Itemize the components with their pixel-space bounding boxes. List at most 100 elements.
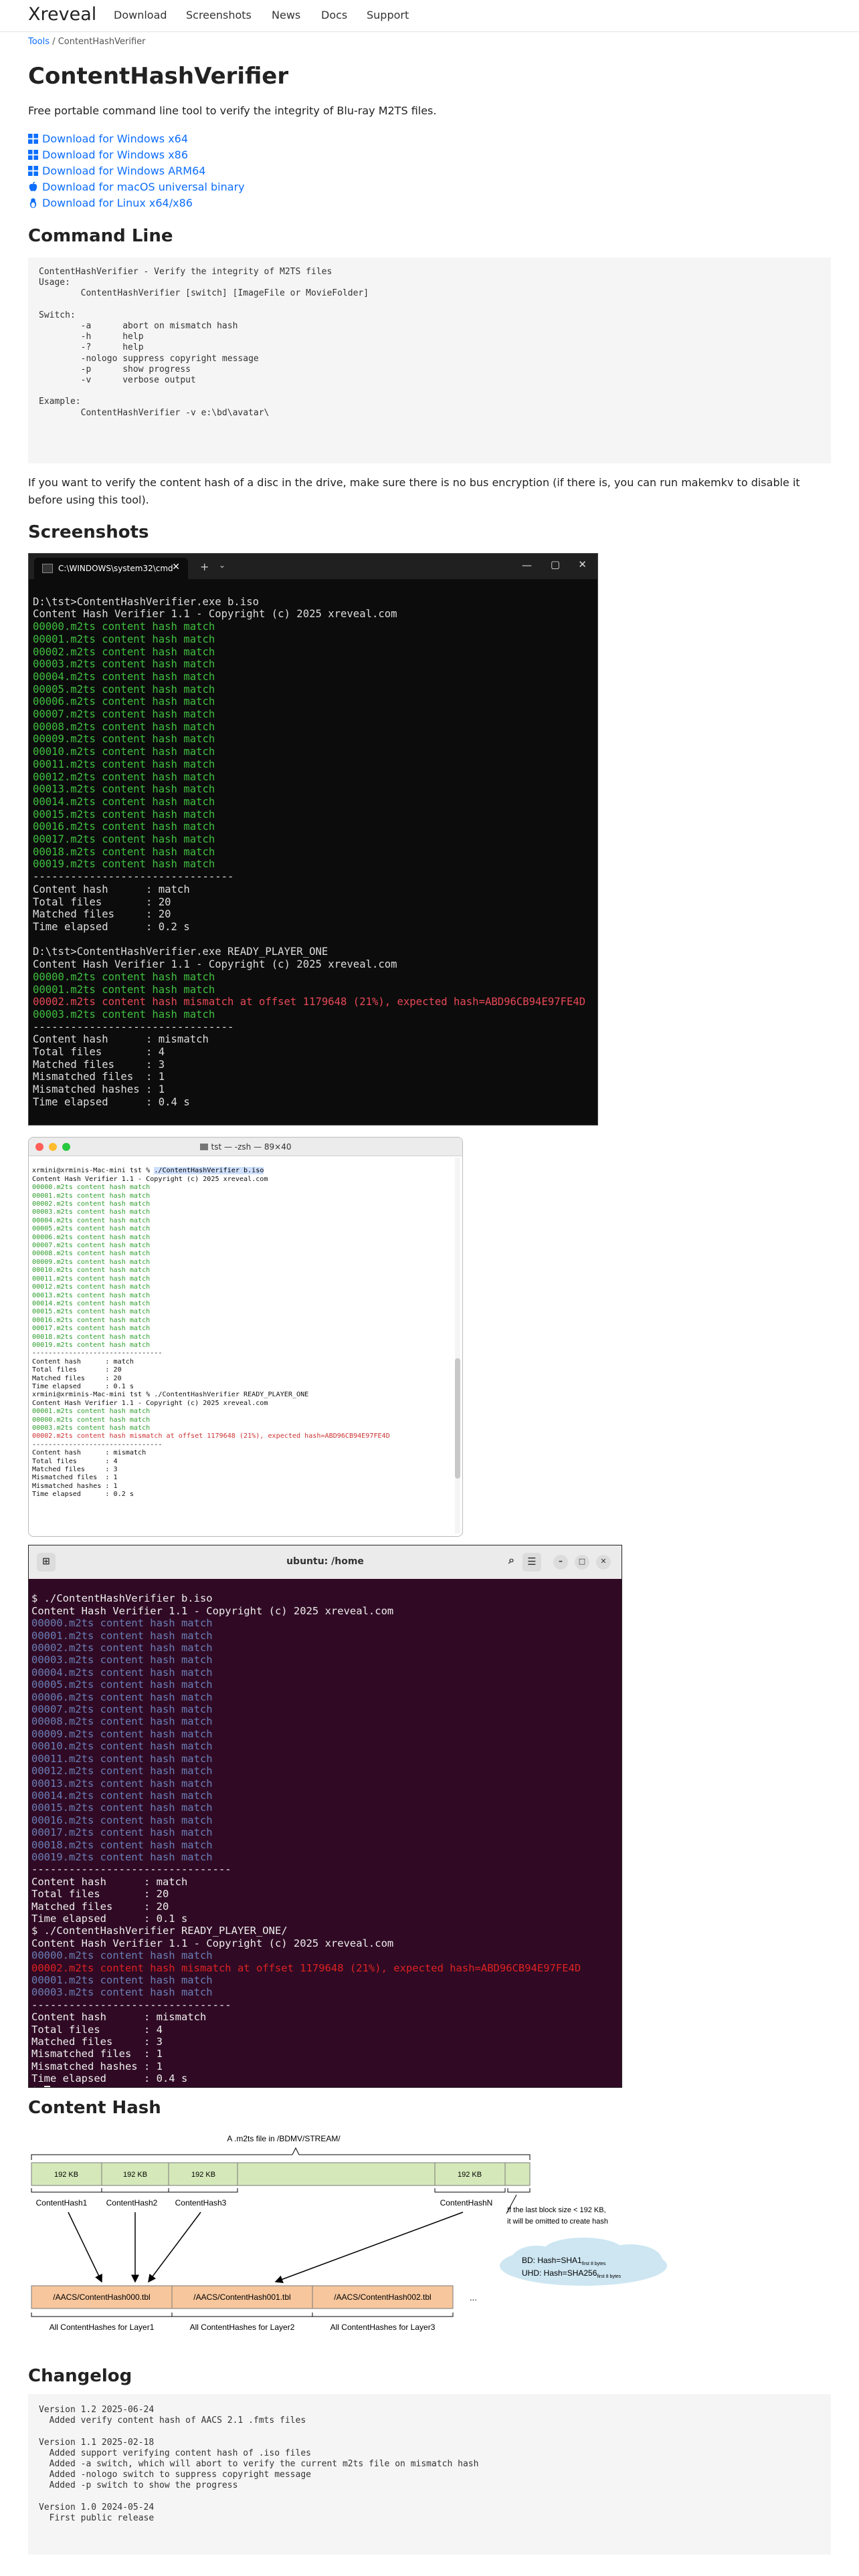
terminal-line: Total files : 20	[32, 1366, 122, 1374]
hash-label: ContentHash1	[36, 2198, 88, 2208]
arrow	[148, 2212, 201, 2283]
new-tab-icon: +	[200, 560, 209, 573]
terminal-line: 00011.m2ts content hash match	[32, 1275, 151, 1283]
download-windows-arm64-link[interactable]: Download for Windows ARM64	[28, 164, 205, 179]
terminal-line: $ ./ContentHashVerifier READY_PLAYER_ONE…	[31, 1925, 288, 1937]
cmd-icon	[42, 564, 53, 573]
terminal-line: 00011.m2ts content hash match	[33, 758, 215, 770]
terminal-line: Mismatched hashes : 1	[31, 2060, 163, 2072]
terminal-line: 00003.m2ts content hash match	[31, 1986, 213, 1999]
diagram-caption: A .m2ts file in /BDMV/STREAM/	[227, 2134, 341, 2143]
terminal-line: Time elapsed : 0.2 s	[32, 1491, 134, 1499]
changelog-block: Version 1.2 2025-06-24 Added verify cont…	[28, 2394, 831, 2555]
block-label: 192 KB	[123, 2171, 147, 2179]
close-icon: ✕	[578, 558, 587, 570]
terminal-line: D:\tst>ContentHashVerifier.exe b.iso	[33, 595, 259, 608]
terminal-line: 00002.m2ts content hash mismatch at offs…	[32, 1432, 390, 1440]
terminal-line: 00014.m2ts content hash match	[31, 1789, 213, 1802]
download-linux-link[interactable]: Download for Linux x64/x86	[28, 196, 193, 211]
hash-label: ContentHash2	[106, 2198, 158, 2208]
terminal-line: Mismatched hashes : 1	[32, 1482, 118, 1490]
windows-terminal-titlebar: C:\WINDOWS\system32\cmd ✕ + ⌄ — ▢ ✕	[29, 554, 597, 579]
terminal-line: Total files : 20	[33, 895, 171, 908]
terminal-line: 00003.m2ts content hash match	[33, 658, 215, 671]
terminal-line: 00000.m2ts content hash match	[32, 1416, 151, 1424]
terminal-line: Mismatched files : 1	[32, 1474, 118, 1482]
terminal-line: 00003.m2ts content hash match	[31, 1654, 213, 1667]
terminal-line: 00002.m2ts content hash match	[31, 1642, 213, 1654]
terminal-line: 00016.m2ts content hash match	[31, 1814, 213, 1826]
arrow	[274, 2212, 464, 2283]
page-title: ContentHashVerifier	[28, 63, 289, 90]
terminal-line: Content hash : mismatch	[31, 2011, 207, 2024]
scrollbar-thumb[interactable]	[455, 1358, 460, 1479]
table-label: /AACS/ContentHash001.tbl	[193, 2292, 290, 2302]
terminal-line: 00014.m2ts content hash match	[33, 795, 215, 808]
terminal-line: 00001.m2ts content hash match	[32, 1192, 151, 1200]
terminal-line: Mismatched files : 1	[33, 1071, 165, 1083]
download-label: Download for Windows x64	[42, 132, 189, 145]
folder-icon	[199, 1144, 208, 1150]
terminal-prompt: xrmini@xrminis-Mac-mini tst %	[32, 1167, 155, 1175]
terminal-line: Time elapsed : 0.2 s	[33, 920, 190, 933]
terminal-line: 00009.m2ts content hash match	[31, 1727, 213, 1740]
download-label: Download for Windows x86	[42, 148, 189, 161]
terminal-line: 00014.m2ts content hash match	[32, 1299, 151, 1307]
download-macos-link[interactable]: Download for macOS universal binary	[28, 180, 245, 195]
download-label: Download for macOS universal binary	[42, 181, 245, 193]
terminal-line: 00000.m2ts content hash match	[31, 1617, 213, 1630]
terminal-line: 00010.m2ts content hash match	[31, 1740, 213, 1753]
terminal-line: 00012.m2ts content hash match	[33, 770, 215, 783]
section-title-content-hash: Content Hash	[28, 2098, 161, 2118]
terminal-tab: C:\WINDOWS\system32\cmd ✕	[34, 558, 188, 579]
last-block-note: If the last block size < 192 KB,	[507, 2206, 606, 2214]
terminal-line: --------------------------------	[32, 1440, 163, 1448]
nav-docs[interactable]: Docs	[321, 9, 347, 21]
terminal-line: 00007.m2ts content hash match	[32, 1242, 151, 1250]
nav-screenshots[interactable]: Screenshots	[186, 9, 252, 21]
windows-terminal-output: D:\tst>ContentHashVerifier.exe b.iso Cont…	[29, 579, 597, 1125]
terminal-line: 00010.m2ts content hash match	[33, 746, 215, 758]
windows-terminal-screenshot: C:\WINDOWS\system32\cmd ✕ + ⌄ — ▢ ✕ D:\t…	[28, 553, 598, 1125]
content-hash-diagram: A .m2ts file in /BDMV/STREAM/ 192 KB 192…	[31, 2134, 667, 2332]
terminal-line: 00007.m2ts content hash match	[33, 708, 215, 721]
terminal-line: Matched files : 20	[31, 1900, 169, 1913]
terminal-line: 00005.m2ts content hash match	[31, 1679, 213, 1691]
chevron-down-icon: ⌄	[219, 560, 226, 570]
tab-title: C:\WINDOWS\system32\cmd	[58, 564, 173, 573]
terminal-line: 00006.m2ts content hash match	[33, 695, 215, 708]
m2ts-file-bar	[31, 2162, 531, 2186]
hash-label: ContentHashN	[440, 2198, 493, 2208]
terminal-line: 00000.m2ts content hash match	[32, 1184, 151, 1192]
terminal-line: 00001.m2ts content hash match	[31, 1974, 213, 1986]
terminal-line: 00002.m2ts content hash mismatch at offs…	[33, 996, 586, 1008]
minimize-icon: —	[522, 559, 532, 571]
nav-download[interactable]: Download	[114, 9, 167, 21]
layer-label: All ContentHashes for Layer2	[190, 2323, 295, 2332]
terminal-line: Time elapsed : 0.4 s	[33, 1095, 190, 1108]
terminal-line: 00002.m2ts content hash mismatch at offs…	[31, 1961, 581, 1974]
terminal-line: 00003.m2ts content hash match	[33, 1008, 215, 1021]
terminal-line: Content Hash Verifier 1.1 - Copyright (c…	[33, 958, 397, 971]
terminal-line: 00013.m2ts content hash match	[31, 1777, 213, 1790]
terminal-line: 00016.m2ts content hash match	[32, 1316, 151, 1324]
close-tab-icon: ✕	[172, 562, 180, 572]
block-label: 192 KB	[191, 2171, 215, 2179]
download-windows-x86-link[interactable]: Download for Windows x86	[28, 148, 188, 163]
terminal-line: 00012.m2ts content hash match	[31, 1765, 213, 1778]
scrollbar[interactable]	[455, 1158, 460, 1533]
terminal-line: 00009.m2ts content hash match	[32, 1258, 151, 1266]
terminal-line: 00015.m2ts content hash match	[33, 808, 215, 821]
file-brace	[31, 2147, 531, 2160]
nav-support[interactable]: Support	[367, 9, 409, 21]
last-block-note: it will be omitted to create hash	[507, 2218, 608, 2226]
apple-icon	[29, 182, 37, 191]
brand-logo[interactable]: Xreveal	[28, 4, 96, 25]
breadcrumb-tools-link[interactable]: Tools	[28, 37, 50, 47]
terminal-line: 00001.m2ts content hash match	[33, 983, 215, 996]
terminal-line: Content Hash Verifier 1.1 - Copyright (c…	[31, 1937, 394, 1949]
download-windows-x64-link[interactable]: Download for Windows x64	[28, 132, 188, 146]
hash-label: ContentHash3	[175, 2198, 227, 2208]
nav-news[interactable]: News	[272, 9, 300, 21]
terminal-line: Content hash : mismatch	[33, 1033, 209, 1046]
